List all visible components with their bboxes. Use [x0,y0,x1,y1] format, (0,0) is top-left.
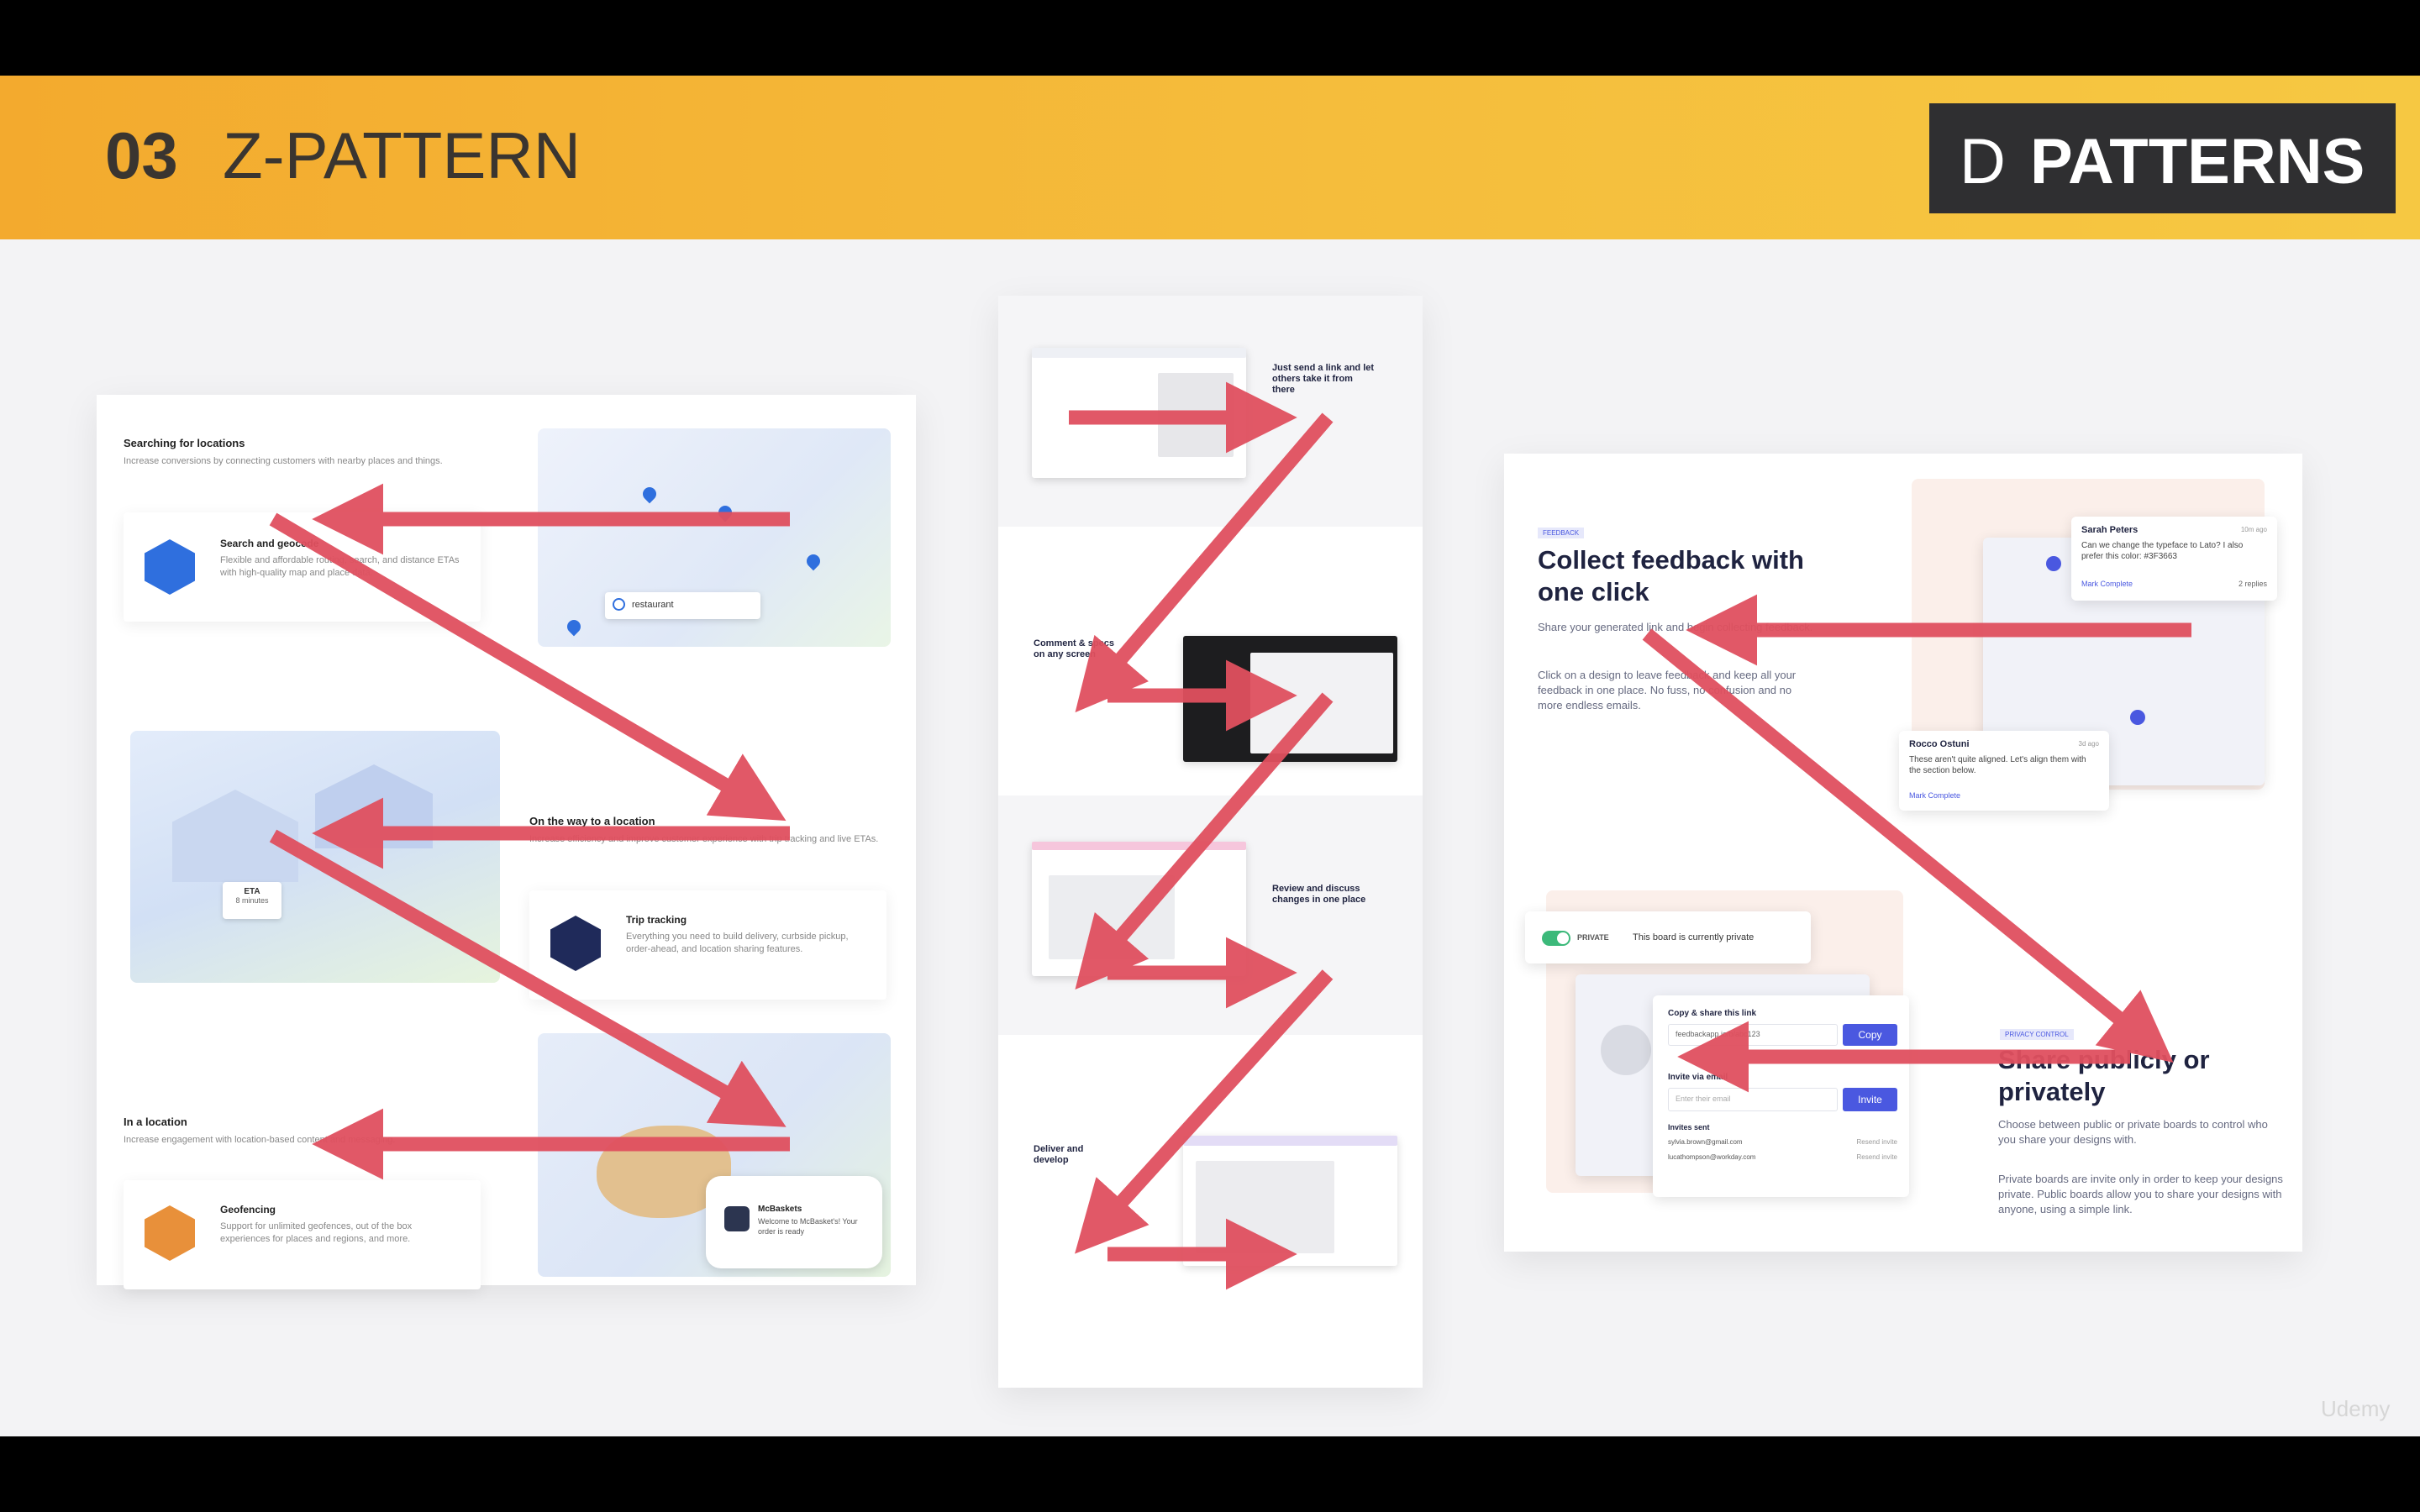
arrow-line [269,829,786,1127]
arrow-line [269,512,786,822]
udemy-watermark: Udemy [2321,1396,2391,1421]
arrow-line [1075,692,1334,990]
z-pattern-arrows [269,381,2191,1290]
arrow-line [1075,969,1334,1254]
arrow-line [1075,412,1334,713]
arrow-line [1642,628,2174,1063]
slide: 03 Z-PATTERN D PATTERNS Searching for lo… [0,76,2420,1436]
